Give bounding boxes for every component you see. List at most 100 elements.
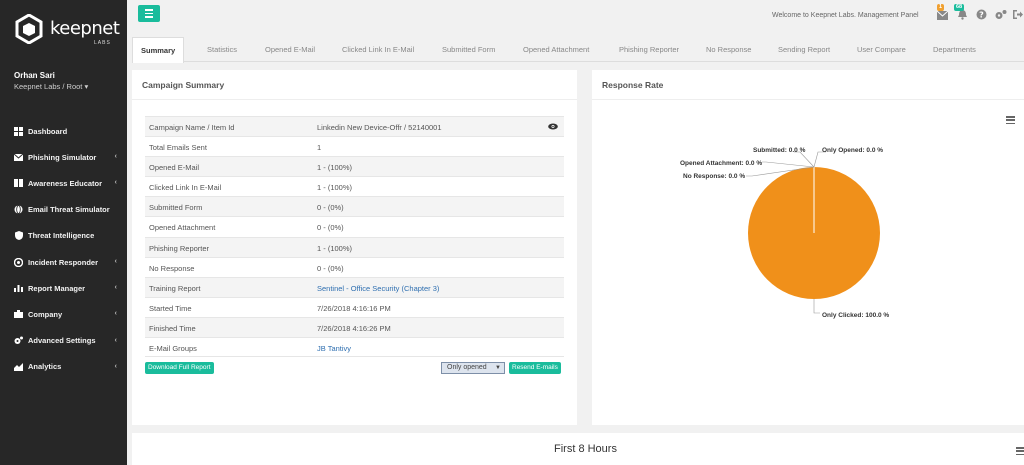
chevron-down-icon: ▼ [495, 365, 501, 371]
tab-user-compare[interactable]: User Compare [857, 37, 906, 62]
settings-gears-icon[interactable] [995, 9, 1007, 20]
tab-opened-attachment[interactable]: Opened Attachment [523, 37, 589, 62]
report-tabs: Summary Statistics Opened E-Mail Clicked… [132, 37, 1024, 63]
resend-emails-button[interactable]: Resend E-mails [509, 362, 561, 374]
row-value: 0 - (0%) [317, 263, 344, 273]
user-org-selector[interactable]: Keepnet Labs / Root ▾ [14, 82, 88, 91]
table-row: Clicked Link In E-Mail 1 - (100%) [145, 176, 564, 196]
row-value: 7/26/2018 4:16:26 PM [317, 323, 391, 333]
panel-title: Response Rate [602, 80, 664, 90]
help-icon[interactable]: ? [976, 9, 987, 20]
tab-opened-email[interactable]: Opened E-Mail [265, 37, 315, 62]
tab-departments[interactable]: Departments [933, 37, 976, 62]
pie-label-connector [794, 151, 815, 168]
select-value: Only opened [447, 364, 487, 371]
table-row: E-Mail Groups JB Tantivy [145, 337, 564, 358]
building-icon [14, 310, 23, 319]
sidebar-item-phishing-simulator[interactable]: Phishing Simulator ‹ [0, 144, 127, 170]
table-row: Campaign Name / Item Id Linkedin New Dev… [145, 116, 564, 137]
pie-label-only-clicked: Only Clicked: 100.0 % [822, 312, 890, 319]
area-chart-icon [14, 362, 23, 371]
bar-chart-icon [14, 284, 23, 293]
dashboard-icon [14, 126, 23, 136]
response-filter-select[interactable]: Only opened ▼ [441, 362, 505, 374]
table-row: Started Time 7/26/2018 4:16:16 PM [145, 296, 564, 317]
table-row: No Response 0 - (0%) [145, 256, 564, 277]
tab-clicked-link[interactable]: Clicked Link In E-Mail [342, 37, 414, 62]
pie-label-connector [762, 161, 815, 168]
table-row: Phishing Reporter 1 - (100%) [145, 236, 564, 257]
brand-logo[interactable]: keepnet LABS [14, 14, 120, 56]
table-row: Opened E-Mail 1 - (100%) [145, 156, 564, 177]
eye-icon[interactable] [548, 122, 558, 132]
download-full-report-button[interactable]: Download Full Report [145, 362, 214, 374]
row-value: Linkedin New Device-Offr / 52140001 [317, 123, 442, 132]
sidebar-item-company[interactable]: Company ‹ [0, 301, 127, 327]
tab-statistics[interactable]: Statistics [207, 37, 237, 62]
sidebar-item-analytics[interactable]: Analytics ‹ [0, 354, 127, 380]
row-key: Phishing Reporter [149, 243, 210, 253]
row-key: Submitted Form [149, 203, 203, 213]
sidebar-item-advanced-settings[interactable]: Advanced Settings ‹ [0, 328, 127, 354]
chart-menu-icon[interactable] [1016, 447, 1024, 455]
table-row: Finished Time 7/26/2018 4:16:26 PM [145, 316, 564, 338]
sidebar-item-incident-responder[interactable]: Incident Responder ‹ [0, 249, 127, 275]
pie-label-connector [813, 151, 826, 168]
row-value: 1 [317, 143, 322, 153]
sidebar-item-label: Threat Intelligence [28, 231, 95, 241]
tab-no-response[interactable]: No Response [706, 37, 751, 62]
sidebar-item-label: Incident Responder [28, 257, 99, 267]
shield-icon [14, 231, 23, 241]
sidebar-item-threat-intelligence[interactable]: Threat Intelligence [0, 223, 127, 249]
pie-label-only-opened: Only Opened: 0.0 % [822, 147, 884, 154]
training-report-link[interactable]: Sentinel - Office Security (Chapter 3) [317, 284, 439, 293]
tab-summary[interactable]: Summary [132, 37, 185, 63]
response-pie-chart [746, 151, 880, 314]
tab-submitted-form[interactable]: Submitted Form [442, 37, 495, 62]
sidebar-item-label: Advanced Settings [28, 336, 96, 346]
chevron-left-icon: ‹ [114, 179, 117, 187]
panel-title: First 8 Hours [554, 443, 617, 455]
row-value: 1 - (100%) [317, 243, 353, 253]
logo-mark-icon [15, 14, 43, 44]
sidebar-item-report-manager[interactable]: Report Manager ‹ [0, 275, 127, 301]
sidebar-item-label: Report Manager [28, 283, 86, 293]
row-key: Opened Attachment [149, 223, 216, 233]
row-key: Opened E-Mail [149, 163, 200, 173]
logout-icon[interactable] [1012, 9, 1023, 20]
chevron-left-icon: ‹ [114, 336, 117, 344]
row-value: 1 - (100%) [317, 163, 353, 173]
table-row: Submitted Form 0 - (0%) [145, 196, 564, 217]
sidebar-item-label: Analytics [28, 362, 62, 372]
tab-sending-report[interactable]: Sending Report [778, 37, 830, 62]
chevron-left-icon: ‹ [114, 153, 117, 161]
mail-count-badge: 1 [937, 4, 945, 11]
sidebar-item-label: Dashboard [28, 126, 68, 136]
target-icon [14, 257, 23, 267]
tab-phishing-reporter[interactable]: Phishing Reporter [619, 37, 679, 62]
row-key: No Response [149, 263, 195, 273]
row-key: Training Report [149, 283, 201, 293]
sidebar-item-dashboard[interactable]: Dashboard [0, 118, 127, 144]
sidebar-item-label: Email Threat Simulator [28, 205, 110, 215]
sidebar-item-awareness-educator[interactable]: Awareness Educator ‹ [0, 170, 127, 196]
table-row: Total Emails Sent 1 [145, 136, 564, 156]
globe-icon [14, 205, 23, 215]
response-rate-panel: Response Rate Submitted: 0.0 % Only Open… [592, 70, 1024, 425]
email-group-link[interactable]: JB Tantivy [317, 344, 351, 353]
sidebar-item-label: Company [28, 309, 63, 319]
menu-toggle-button[interactable] [138, 5, 160, 22]
pie-label-opened-attachment: Opened Attachment: 0.0 % [680, 160, 763, 167]
row-key: Total Emails Sent [149, 143, 207, 153]
sidebar-item-email-threat-simulator[interactable]: Email Threat Simulator [0, 197, 127, 223]
user-name: Orhan Sari [14, 71, 55, 80]
summary-table: Campaign Name / Item Id Linkedin New Dev… [145, 116, 564, 358]
campaign-summary-panel: Campaign Summary Campaign Name / Item Id… [132, 70, 577, 425]
sidebar: keepnet LABS Orhan Sari Keepnet Labs / R… [0, 0, 127, 465]
pie-label-no-response: No Response: 0.0 % [683, 173, 746, 180]
pie-label-submitted: Submitted: 0.0 % [753, 147, 806, 154]
row-key: Started Time [149, 303, 192, 313]
row-value: 0 - (0%) [317, 203, 344, 213]
table-row: Opened Attachment 0 - (0%) [145, 216, 564, 236]
book-icon [14, 179, 23, 188]
